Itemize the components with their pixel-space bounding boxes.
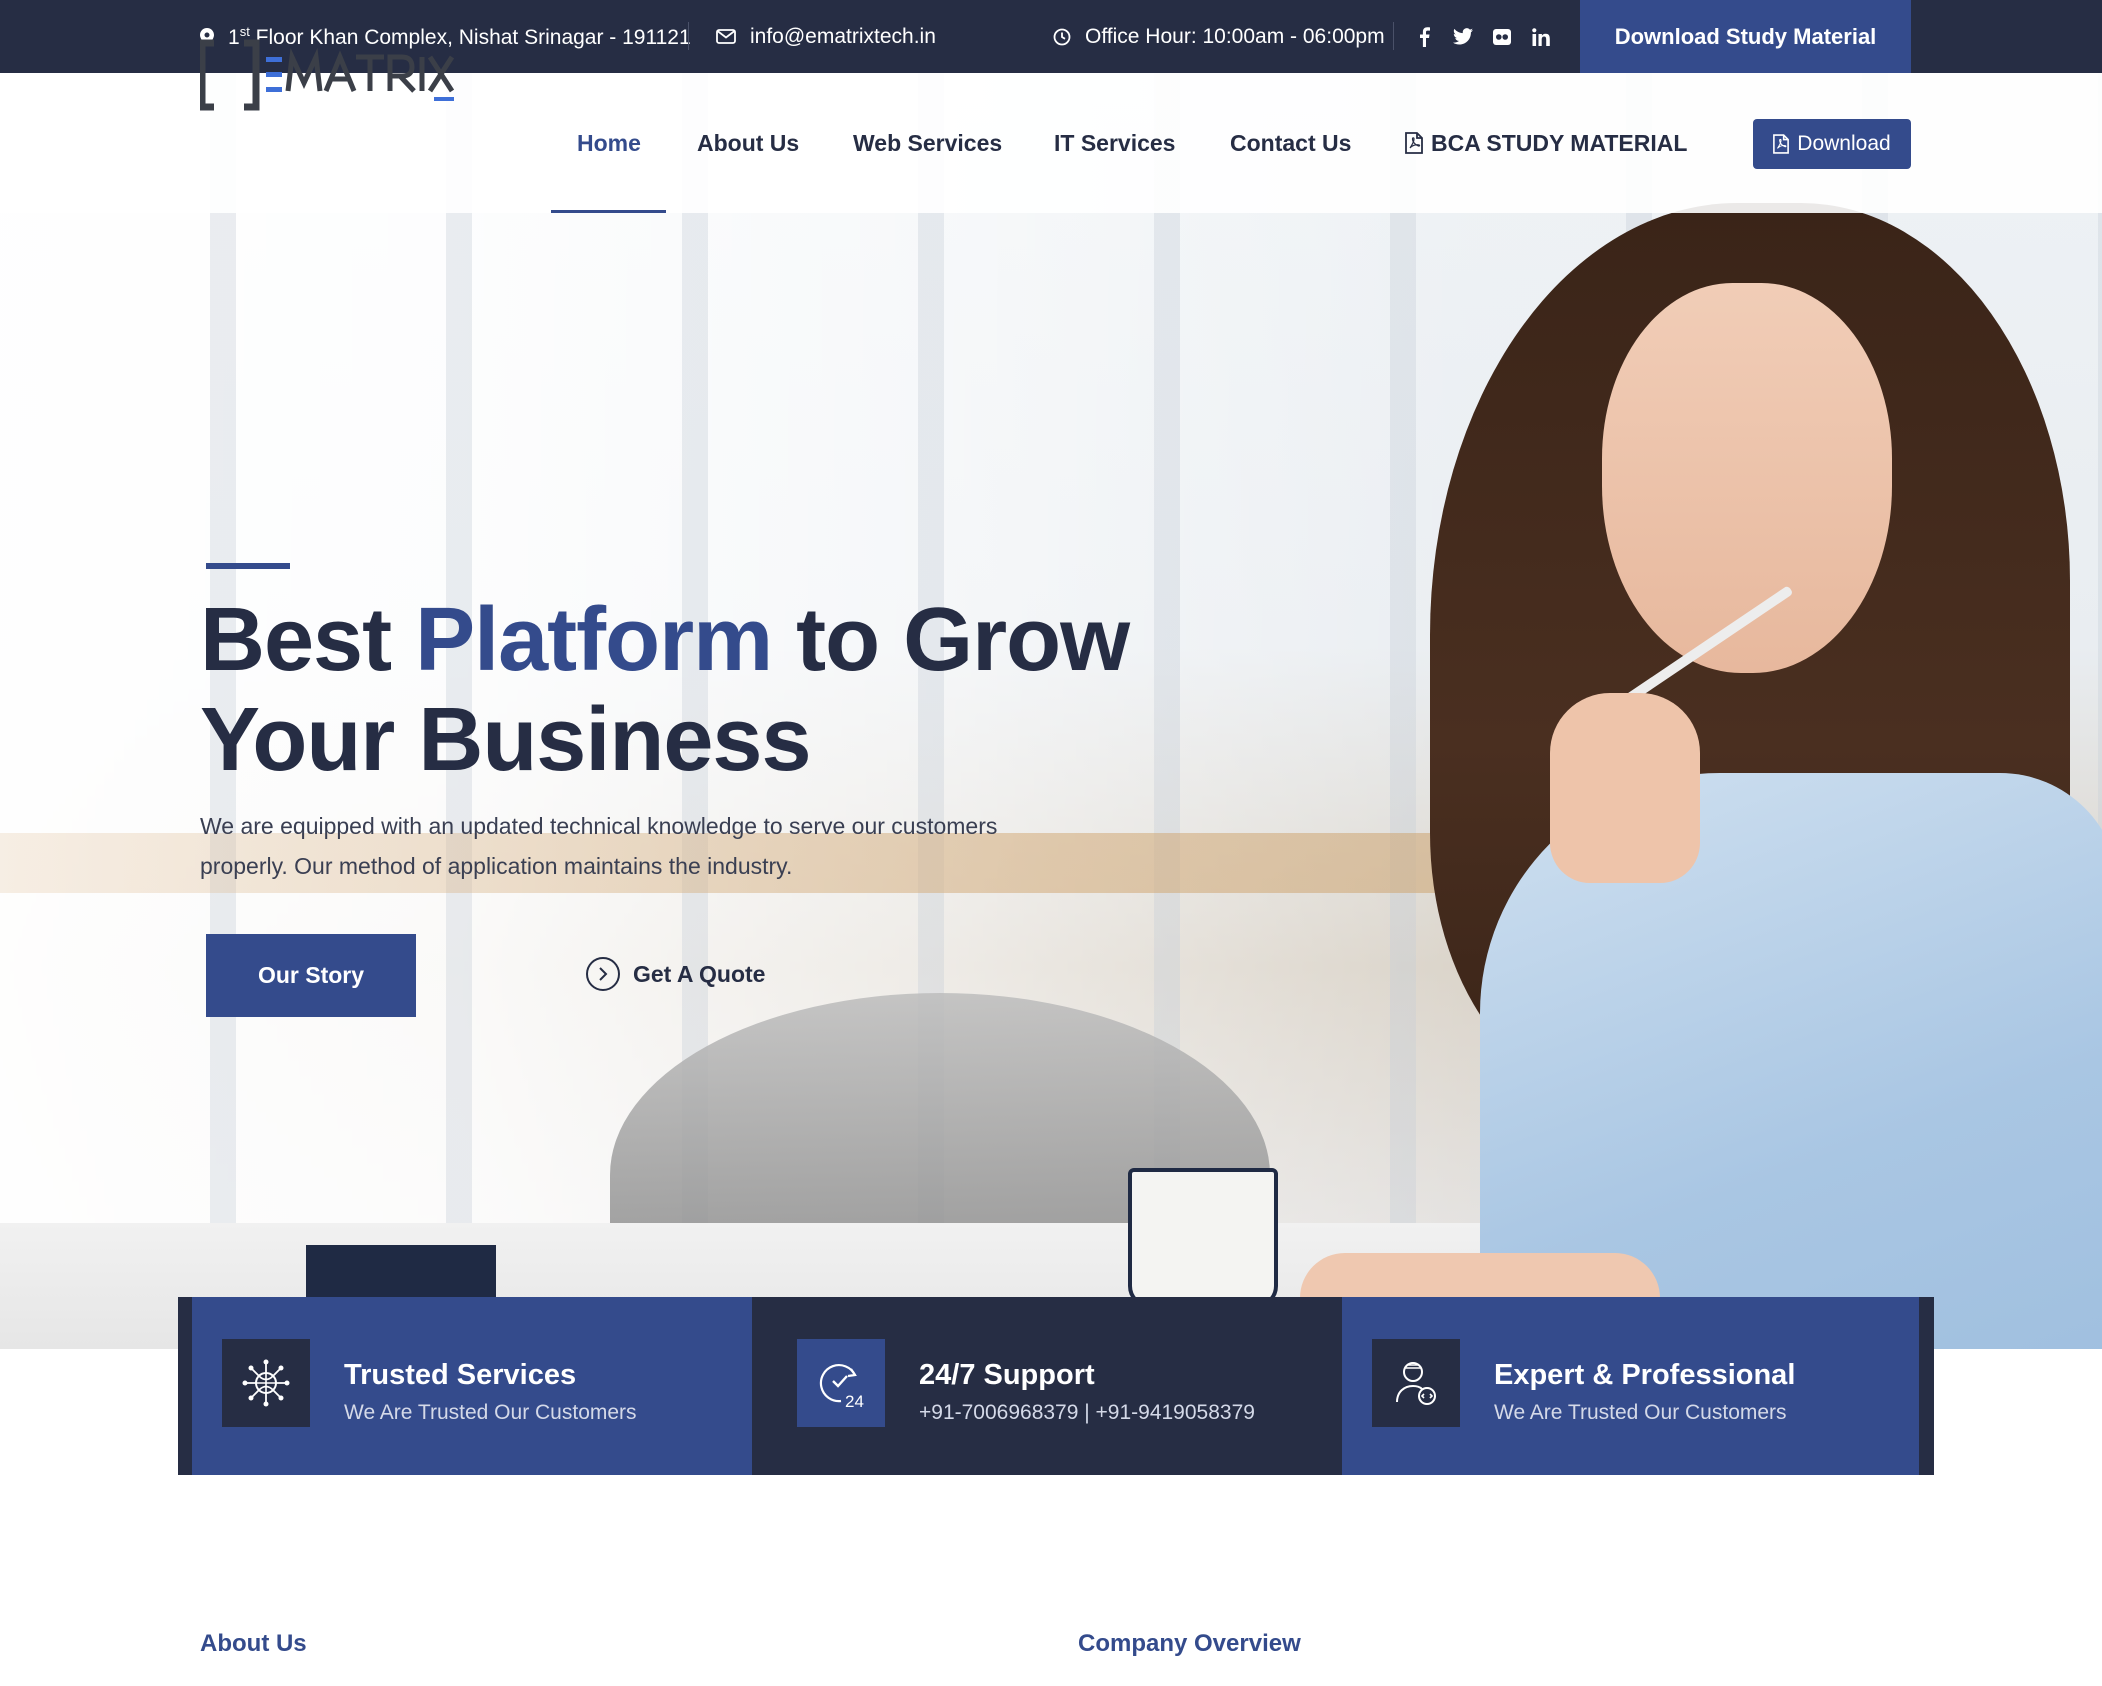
site-logo[interactable] xyxy=(200,39,456,111)
nav-home[interactable]: Home xyxy=(577,73,641,213)
hero-title: Best Platform to Grow Your Business xyxy=(200,590,1130,790)
hero-mug-white xyxy=(1128,1168,1278,1308)
pdf-file-icon xyxy=(1773,134,1790,154)
feature-subtitle: We Are Trusted Our Customers xyxy=(1494,1401,1787,1424)
nav-bca-study-material[interactable]: BCA STUDY MATERIAL xyxy=(1405,73,1687,213)
nav-contact-us[interactable]: Contact Us xyxy=(1230,73,1351,213)
nav-about-us[interactable]: About Us xyxy=(697,73,799,213)
feature-title: 24/7 Support xyxy=(919,1359,1095,1391)
feature-title: Trusted Services xyxy=(344,1359,577,1391)
expert-icon xyxy=(1372,1339,1460,1427)
header-download-label: Download xyxy=(1797,132,1891,155)
nav-it-services[interactable]: IT Services xyxy=(1054,73,1175,213)
about-us-heading: About Us xyxy=(200,1630,307,1657)
pdf-file-icon xyxy=(1405,132,1423,154)
nav-web-services[interactable]: Web Services xyxy=(853,73,1002,213)
facebook-icon[interactable] xyxy=(1404,0,1444,73)
flickr-icon[interactable] xyxy=(1482,0,1522,73)
get-a-quote-label: Get A Quote xyxy=(633,960,766,987)
divider xyxy=(688,22,689,50)
hero-subtitle: We are equipped with an updated technica… xyxy=(200,813,998,879)
feature-support: 24 24/7 Support +91-7006968379 | +91-941… xyxy=(767,1297,1327,1475)
header-download-button[interactable]: Download xyxy=(1753,119,1911,169)
email-text: info@ematrixtech.in xyxy=(750,24,936,48)
hero-title-line2: Your Business xyxy=(200,690,811,790)
clock-icon xyxy=(1053,28,1071,46)
hero-title-highlight: Platform xyxy=(415,590,773,690)
envelope-icon xyxy=(716,29,736,44)
get-a-quote-link[interactable]: Get A Quote xyxy=(586,954,765,994)
office-hours: Office Hour: 10:00am - 06:00pm xyxy=(1053,0,1385,73)
features-bar: Trusted Services We Are Trusted Our Cust… xyxy=(178,1297,1934,1475)
hero-title-part2: to Grow xyxy=(772,590,1130,690)
feature-trusted-services: Trusted Services We Are Trusted Our Cust… xyxy=(192,1297,752,1475)
svg-text:24: 24 xyxy=(845,1392,864,1409)
nav-bca-label: BCA STUDY MATERIAL xyxy=(1431,129,1688,156)
divider xyxy=(1393,22,1394,50)
company-overview-heading: Company Overview xyxy=(1078,1630,1301,1657)
twitter-icon[interactable] xyxy=(1443,0,1483,73)
network-globe-icon xyxy=(222,1339,310,1427)
chevron-right-circle-icon xyxy=(586,957,620,991)
hero-person-hand xyxy=(1550,693,1700,883)
logo-mark xyxy=(200,39,455,111)
feature-subtitle: We Are Trusted Our Customers xyxy=(344,1401,637,1424)
download-study-material-button[interactable]: Download Study Material xyxy=(1580,0,1911,73)
hero-title-part1: Best xyxy=(200,590,416,690)
feature-subtitle: +91-7006968379 | +91-9419058379 xyxy=(919,1401,1255,1424)
support-24-icon: 24 xyxy=(797,1339,885,1427)
feature-title: Expert & Professional xyxy=(1494,1359,1796,1391)
our-story-button[interactable]: Our Story xyxy=(206,934,416,1017)
office-hours-text: Office Hour: 10:00am - 06:00pm xyxy=(1085,24,1385,48)
nav-active-indicator xyxy=(551,210,666,213)
email-link[interactable]: info@ematrixtech.in xyxy=(716,0,936,73)
hero-accent-line xyxy=(206,563,290,569)
feature-expert-professional: Expert & Professional We Are Trusted Our… xyxy=(1342,1297,1919,1475)
linkedin-icon[interactable] xyxy=(1521,0,1561,73)
